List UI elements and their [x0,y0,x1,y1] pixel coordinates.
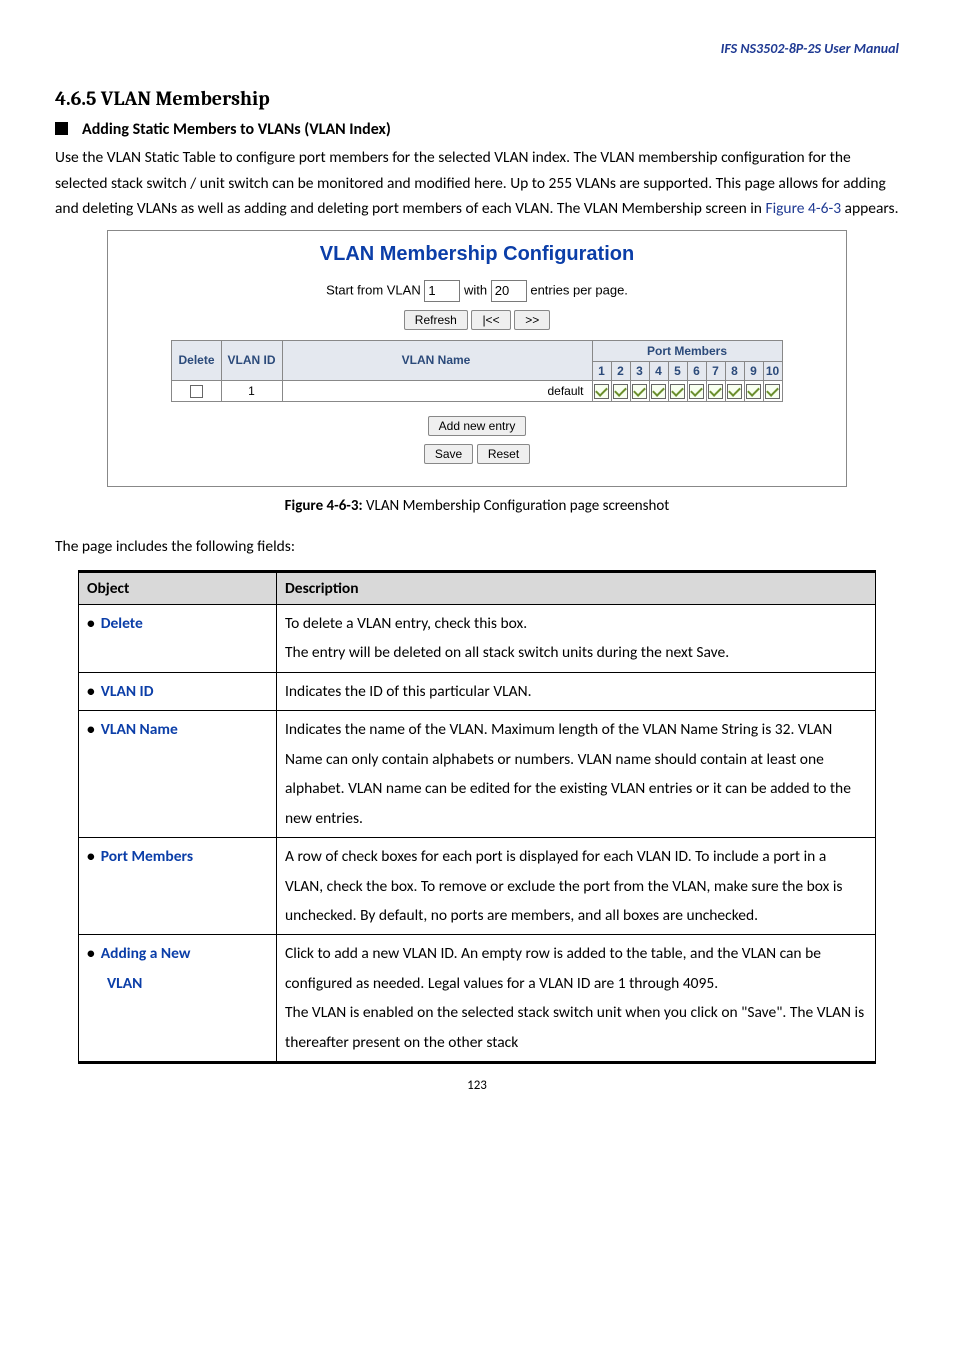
desc-vlan-name: Indicates the name of the VLAN. Maximum … [277,711,876,838]
panel-title: VLAN Membership Configuration [116,243,838,266]
port-hdr-7: 7 [706,361,725,380]
port-hdr-5: 5 [668,361,687,380]
intro-paragraph: Use the VLAN Static Table to configure p… [55,145,899,222]
first-page-button[interactable]: |<< [471,310,510,330]
port-checkbox-4[interactable] [651,384,666,399]
cell-vlan-id: 1 [221,380,282,401]
cell-vlan-name: default [282,380,592,401]
port-checkbox-2[interactable] [613,384,628,399]
head-description: Description [277,572,876,605]
port-hdr-8: 8 [725,361,744,380]
reset-button[interactable]: Reset [477,444,530,464]
refresh-button[interactable]: Refresh [404,310,468,330]
description-table: Object Description •Delete To delete a V… [78,570,876,1064]
desc-row: •VLAN Name Indicates the name of the VLA… [79,711,876,838]
col-delete: Delete [172,340,221,380]
desc-port-members: A row of check boxes for each port is di… [277,838,876,935]
section-number: 4.6.5 [55,87,96,110]
section-heading: 4.6.5 VLAN Membership [55,87,899,110]
desc-vlan-id: Indicates the ID of this particular VLAN… [277,672,876,710]
table-row: 1 default [172,380,782,401]
desc-row: •Adding a New VLAN Click to add a new VL… [79,935,876,1063]
obj-adding-new-vlan: VLAN [107,974,142,993]
obj-delete: Delete [101,614,143,633]
figure-caption-rest: VLAN Membership Configuration page scree… [363,497,670,515]
obj-vlan-name: VLAN Name [101,720,178,739]
desc-row: •Delete To delete a VLAN entry, check th… [79,605,876,673]
col-vlan-name: VLAN Name [282,340,592,380]
port-hdr-9: 9 [744,361,763,380]
add-new-entry-button[interactable]: Add new entry [428,416,527,436]
figure-caption-bold: Figure 4-6-3: [285,497,363,515]
next-page-button[interactable]: >> [514,310,550,330]
desc-row: •Port Members A row of check boxes for e… [79,838,876,935]
port-checkbox-5[interactable] [670,384,685,399]
square-bullet-icon [55,122,68,135]
with-label: with [464,282,487,297]
port-checkbox-8[interactable] [727,384,742,399]
entries-input[interactable] [491,280,527,302]
port-checkbox-3[interactable] [632,384,647,399]
port-hdr-4: 4 [649,361,668,380]
col-port-members: Port Members [592,340,782,361]
desc-adding-new: Click to add a new VLAN ID. An empty row… [277,935,876,1063]
start-from-input[interactable] [424,280,460,302]
port-checkbox-6[interactable] [689,384,704,399]
figure-caption: Figure 4-6-3: VLAN Membership Configurat… [55,497,899,515]
obj-vlan-id: VLAN ID [101,682,154,701]
col-vlan-id: VLAN ID [221,340,282,380]
port-checkbox-10[interactable] [765,384,780,399]
sub-heading-text: Adding Static Members to VLANs (VLAN Ind… [82,120,391,139]
figure-link: Figure 4-6-3 [765,199,841,218]
intro-text-a: Use the VLAN Static Table to configure p… [55,148,886,218]
entries-per-page-label: entries per page. [530,282,628,297]
manual-title: IFS NS3502-8P-2S User Manual [55,40,899,57]
port-checkbox-1[interactable] [594,384,609,399]
port-checkbox-7[interactable] [708,384,723,399]
obj-port-members: Port Members [101,847,193,866]
sub-heading: Adding Static Members to VLANs (VLAN Ind… [55,120,899,139]
section-title: VLAN Membership [101,87,270,110]
head-object: Object [79,572,277,605]
port-hdr-1: 1 [592,361,611,380]
port-hdr-10: 10 [763,361,782,380]
intro-text-b: appears. [841,199,898,218]
save-button[interactable]: Save [424,444,473,464]
start-from-label: Start from VLAN [326,282,421,297]
port-hdr-2: 2 [611,361,630,380]
obj-adding-new: Adding a New [101,944,191,963]
desc-row: •VLAN ID Indicates the ID of this partic… [79,672,876,710]
port-hdr-3: 3 [630,361,649,380]
desc-delete: To delete a VLAN entry, check this box. … [277,605,876,673]
delete-checkbox[interactable] [190,385,203,398]
page-number: 123 [55,1078,899,1093]
config-panel: VLAN Membership Configuration Start from… [107,230,847,487]
port-checkbox-9[interactable] [746,384,761,399]
vlan-table: Delete VLAN ID VLAN Name Port Members 1 … [171,340,782,402]
port-hdr-6: 6 [687,361,706,380]
fields-intro: The page includes the following fields: [55,537,899,556]
